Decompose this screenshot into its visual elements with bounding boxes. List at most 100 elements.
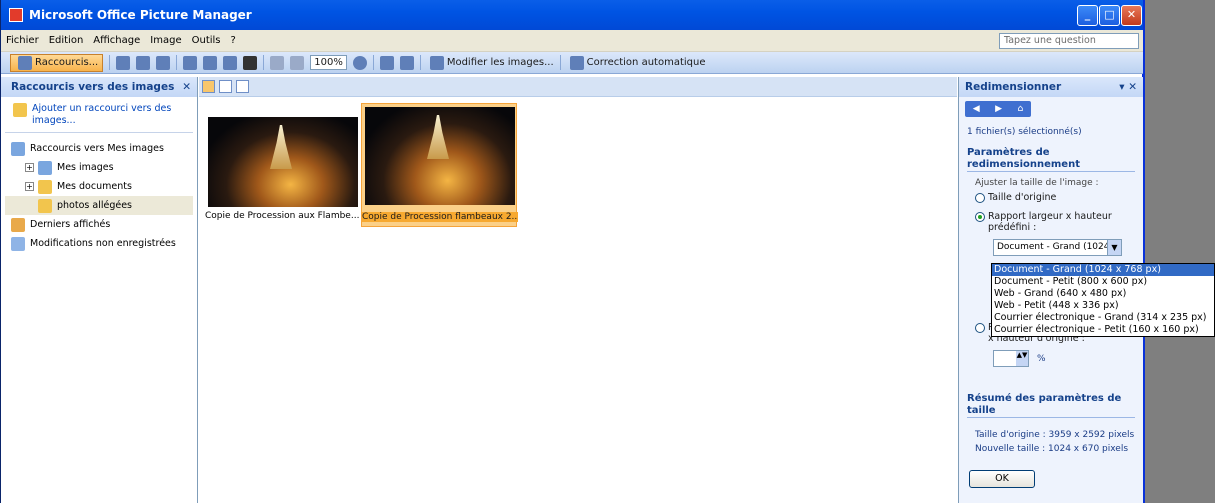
delete-icon[interactable] — [243, 55, 258, 70]
unsaved-changes-icon — [11, 236, 25, 251]
tree-item-label: Derniers affichés — [30, 219, 111, 230]
params-section-title: Paramètres de redimensionnement — [967, 147, 1135, 172]
summary-section-title: Résumé des paramètres de taille — [967, 393, 1135, 418]
redo-icon[interactable] — [290, 55, 305, 70]
close-pane-icon[interactable]: ✕ — [182, 81, 191, 93]
radio-predefined[interactable] — [975, 212, 985, 222]
tree-item-label: Mes images — [57, 162, 114, 173]
thumbnail-item[interactable]: Copie de Procession aux Flambe... — [205, 107, 361, 229]
radio-original[interactable] — [975, 193, 985, 203]
zoom-select[interactable]: 100% — [310, 55, 347, 70]
thumbnail-image — [208, 117, 358, 207]
menu-fichier[interactable]: Fichier — [1, 35, 44, 46]
option-original-size[interactable]: Taille d'origine — [975, 192, 1143, 203]
help-icon[interactable] — [352, 55, 367, 70]
print-icon[interactable] — [136, 55, 151, 70]
tree-item-label: Modifications non enregistrées — [30, 238, 176, 249]
original-size-info: Taille d'origine : 3959 x 2592 pixels — [975, 430, 1135, 440]
undo-icon[interactable] — [270, 55, 285, 70]
dropdown-option[interactable]: Document - Grand (1024 x 768 px) — [992, 264, 1214, 276]
selected-count: 1 fichier(s) sélectionné(s) — [967, 127, 1082, 137]
expand-icon[interactable]: + — [25, 182, 34, 191]
thumbnail-view-icon[interactable] — [202, 80, 215, 93]
filmstrip-view-icon[interactable] — [219, 80, 232, 93]
new-size-info: Nouvelle taille : 1024 x 670 pixels — [975, 444, 1129, 454]
resize-pane-header: Redimensionner ▾ ✕ — [959, 77, 1143, 97]
predefined-size-select[interactable]: Document - Grand (1024 x 76 ▼ — [993, 239, 1122, 256]
add-shortcut-link[interactable]: Ajouter un raccourci vers des images... — [13, 103, 189, 127]
forward-icon[interactable]: ▶ — [995, 104, 1002, 114]
separator — [263, 55, 265, 70]
app-icon — [9, 8, 23, 22]
tree-item-photos-allegees[interactable]: photos allégées — [5, 196, 193, 215]
tree-item-unsaved[interactable]: Modifications non enregistrées — [5, 234, 193, 253]
thumbnail-area: Copie de Procession aux Flambe... Copie … — [199, 97, 957, 503]
expand-icon[interactable]: + — [25, 163, 34, 172]
question-input[interactable]: Tapez une question — [999, 33, 1139, 49]
save-icon[interactable] — [116, 55, 131, 70]
folder-icon — [38, 179, 52, 194]
rotate-left-icon[interactable] — [379, 55, 394, 70]
maximize-button[interactable]: □ — [1099, 5, 1120, 26]
menu-help[interactable]: ? — [226, 35, 241, 46]
adjust-label: Ajuster la taille de l'image : — [975, 178, 1099, 188]
thumbnail-caption: Copie de Procession flambeaux 2... — [362, 212, 518, 222]
menu-edition[interactable]: Edition — [44, 35, 89, 46]
dropdown-option[interactable]: Courrier électronique - Petit (160 x 160… — [992, 324, 1214, 336]
pane-menu-and-close-icon[interactable]: ▾ ✕ — [1119, 81, 1137, 93]
spinner-arrows-icon[interactable]: ▲▼ — [1016, 351, 1028, 366]
auto-correct-button[interactable]: Correction automatique — [567, 55, 706, 70]
thumbnail-item-selected[interactable]: Copie de Procession flambeaux 2... — [361, 103, 518, 227]
option-predefined[interactable]: Rapport largeur x hauteur prédéfini : — [975, 211, 1143, 233]
add-shortcut-label: Ajouter un raccourci vers des images... — [32, 103, 172, 126]
tree-item-label: photos allégées — [57, 200, 132, 211]
home-icon[interactable]: ⌂ — [1018, 104, 1024, 114]
standard-toolbar: Raccourcis... 100% Modifier les images..… — [1, 52, 1143, 74]
menu-affichage[interactable]: Affichage — [88, 35, 145, 46]
pictures-folder-icon — [38, 160, 52, 175]
copy-icon[interactable] — [203, 55, 218, 70]
tree-item-recent[interactable]: Derniers affichés — [5, 215, 193, 234]
menu-image[interactable]: Image — [145, 35, 186, 46]
shortcuts-pane-header: Raccourcis vers des images ✕ — [1, 77, 197, 97]
edit-images-button[interactable]: Modifier les images... — [427, 55, 554, 70]
auto-correct-label: Correction automatique — [586, 57, 706, 68]
dropdown-option[interactable]: Document - Petit (800 x 600 px) — [992, 276, 1214, 288]
title-bar: Microsoft Office Picture Manager _ □ ✕ — [1, 0, 1143, 30]
rotate-right-icon[interactable] — [399, 55, 414, 70]
minimize-button[interactable]: _ — [1077, 5, 1098, 26]
dropdown-option[interactable]: Courrier électronique - Grand (314 x 235… — [992, 312, 1214, 324]
ok-button[interactable]: OK — [969, 470, 1035, 488]
dropdown-option[interactable]: Web - Petit (448 x 336 px) — [992, 300, 1214, 312]
edit-images-label: Modifier les images... — [446, 57, 554, 68]
single-picture-view-icon[interactable] — [236, 80, 249, 93]
tree-item-label: Raccourcis vers Mes images — [30, 143, 164, 154]
window-title: Microsoft Office Picture Manager — [29, 8, 252, 22]
cut-icon[interactable] — [183, 55, 198, 70]
separator — [109, 55, 111, 70]
size-dropdown-list: Document - Grand (1024 x 768 px) Documen… — [991, 263, 1215, 337]
percent-spinner[interactable]: ▲▼ — [993, 350, 1029, 367]
tree-item-label: Mes documents — [57, 181, 132, 192]
chevron-down-icon[interactable]: ▼ — [1107, 240, 1121, 255]
menu-outils[interactable]: Outils — [187, 35, 226, 46]
shortcuts-label: Raccourcis... — [35, 57, 99, 68]
folder-add-icon — [13, 103, 27, 117]
email-icon[interactable] — [156, 55, 171, 70]
thumbnail-caption: Copie de Procession aux Flambe... — [205, 211, 360, 221]
back-icon[interactable]: ◀ — [973, 104, 980, 114]
separator — [419, 55, 421, 70]
tree-item-mes-images[interactable]: + Mes images — [5, 158, 193, 177]
tree-item-mes-documents[interactable]: + Mes documents — [5, 177, 193, 196]
dropdown-option[interactable]: Web - Grand (640 x 480 px) — [992, 288, 1214, 300]
shortcuts-icon — [18, 55, 32, 70]
radio-percent[interactable] — [975, 323, 985, 333]
close-button[interactable]: ✕ — [1121, 5, 1142, 26]
shortcuts-pane: Raccourcis vers des images ✕ Ajouter un … — [1, 77, 198, 503]
separator — [176, 55, 178, 70]
paste-icon[interactable] — [223, 55, 238, 70]
menu-bar: Fichier Edition Affichage Image Outils ?… — [1, 30, 1143, 52]
shortcut-tree: Raccourcis vers Mes images + Mes images +… — [5, 132, 193, 253]
shortcuts-button[interactable]: Raccourcis... — [10, 53, 104, 72]
tree-item-shortcuts-root[interactable]: Raccourcis vers Mes images — [5, 139, 193, 158]
